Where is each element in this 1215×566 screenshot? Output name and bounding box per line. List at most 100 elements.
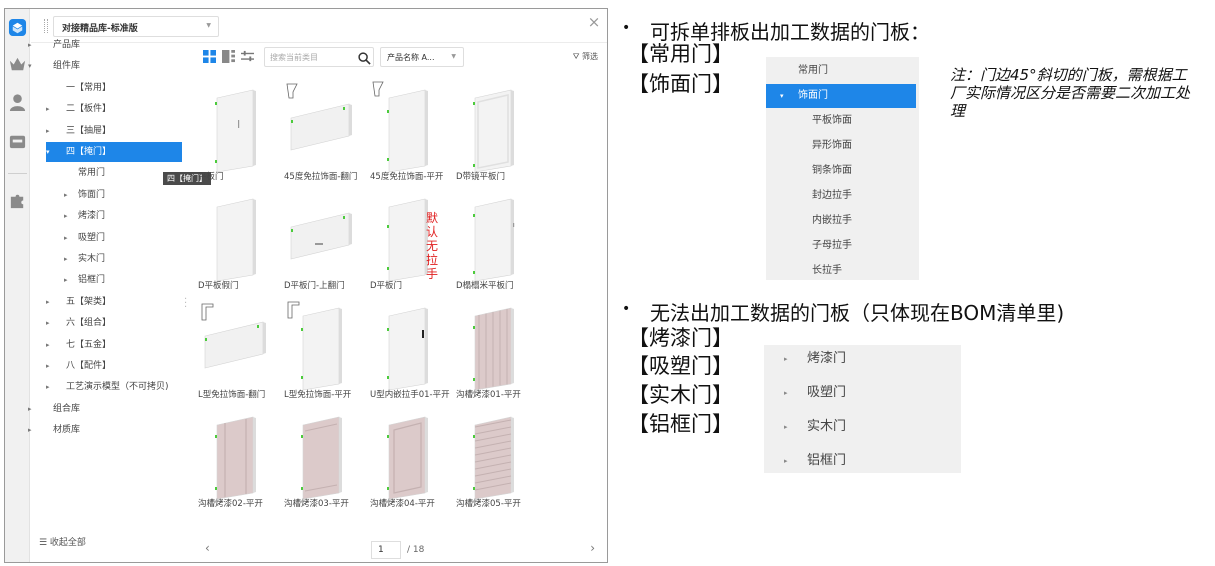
tree-node[interactable]: ▾ 四【掩门】 <box>46 142 182 162</box>
tree-node[interactable]: ▸ 烤漆门 <box>26 206 182 226</box>
tree-node[interactable]: ▸ 五【架类】 <box>26 292 182 312</box>
product-caption: 45度免拉饰面-平开 <box>370 172 444 182</box>
menu-item[interactable]: ▸ 铝框门 <box>764 449 961 473</box>
product-card[interactable]: L型免拉饰面-翻门 <box>195 298 277 418</box>
tree-node[interactable]: ▸ 组合库 <box>26 399 182 419</box>
product-card[interactable]: 沟槽烤漆03-平开 <box>281 407 363 527</box>
category-label: 【常用门】 <box>628 42 733 66</box>
tree-node-label: 工艺演示模型（不可拷贝) <box>66 382 169 393</box>
collapse-all-button[interactable]: ☰ 收起全部 <box>26 535 182 548</box>
menu-item[interactable]: 长拉手 <box>766 259 919 283</box>
chevron-down-icon[interactable]: ▾ <box>28 56 32 76</box>
prev-page-button[interactable]: ‹ <box>205 541 210 555</box>
drag-handle-icon[interactable] <box>44 19 48 33</box>
sofa-icon[interactable] <box>8 132 27 151</box>
pane-splitter[interactable]: · · · <box>184 295 187 313</box>
menu-item[interactable]: 异形饰面 <box>766 134 919 158</box>
puzzle-icon[interactable] <box>8 191 27 210</box>
menu-item[interactable]: ▸ 实木门 <box>764 415 961 439</box>
chevron-right-icon[interactable]: ▸ <box>46 356 50 376</box>
tree-node[interactable]: ▸ 二【板件】 <box>26 99 182 119</box>
tree-node[interactable]: ▸ 吸塑门 <box>26 228 182 248</box>
rail-divider <box>8 173 27 174</box>
menu-item[interactable]: 子母拉手 <box>766 234 919 258</box>
product-card[interactable]: 沟槽烤漆02-平开 <box>195 407 277 527</box>
product-card[interactable]: D带镜平板门 <box>453 80 535 200</box>
tree-node[interactable]: ▸ 铝框门 <box>26 270 182 290</box>
close-icon[interactable]: × <box>587 13 601 31</box>
filter-icon: ⛛ <box>572 52 580 61</box>
chevron-right-icon[interactable]: ▸ <box>64 249 68 269</box>
next-page-button[interactable]: › <box>590 541 595 555</box>
sort-select[interactable]: 产品名称 A... ▼ <box>380 47 464 67</box>
product-card[interactable]: 45度免拉饰面-平开 <box>367 80 449 200</box>
menu-item[interactable]: 常用门 <box>766 59 919 83</box>
product-card[interactable]: 平板门 <box>195 80 277 200</box>
chevron-right-icon[interactable]: ▸ <box>64 206 68 226</box>
menu-item[interactable]: ▸ 吸塑门 <box>764 381 961 405</box>
tree-node[interactable]: ▸ 饰面门 <box>26 185 182 205</box>
chevron-right-icon[interactable]: ▸ <box>28 420 32 440</box>
product-card[interactable]: D平板假门 <box>195 189 277 309</box>
filter-button[interactable]: ⛛ 筛选 <box>573 51 598 62</box>
product-card[interactable]: D平板门-上翻门 <box>281 189 363 309</box>
chevron-right-icon[interactable]: ▸ <box>46 313 50 333</box>
product-card[interactable]: 45度免拉饰面-翻门 <box>281 80 363 200</box>
chevron-right-icon[interactable]: ▸ <box>28 399 32 419</box>
crown-icon[interactable] <box>8 55 27 74</box>
menu-item[interactable]: 封边拉手 <box>766 184 919 208</box>
chevron-right-icon[interactable]: ▸ <box>46 121 50 141</box>
chevron-down-icon[interactable]: ▾ <box>46 142 50 162</box>
product-card[interactable]: 沟槽烤漆05-平开 <box>453 407 535 527</box>
search-icon[interactable] <box>358 50 371 65</box>
product-card[interactable]: 沟槽烤漆01-平开 <box>453 298 535 418</box>
category-tree: ▸ 产品库 ▾ 组件库 一【常用】 ▸ 二【板件】 ▸ 三【抽屉】 ▾ 四【掩门】 常用门 ▸ 饰面门 ▸ 烤… <box>26 35 182 525</box>
chevron-right-icon[interactable]: ▸ <box>64 270 68 290</box>
list-view-icon[interactable] <box>222 50 235 63</box>
menu-item[interactable]: 内嵌拉手 <box>766 209 919 233</box>
product-card[interactable]: 沟槽烤漆04-平开 <box>367 407 449 527</box>
tree-node[interactable]: 一【常用】 <box>26 78 182 98</box>
library-select[interactable]: 对接精品库-标准版 ▼ <box>53 16 219 37</box>
chevron-right-icon[interactable]: ▸ <box>46 292 50 312</box>
chevron-right-icon: ▸ <box>784 355 788 363</box>
tree-node-label: 烤漆门 <box>78 211 106 222</box>
menu-item[interactable]: 铜条饰面 <box>766 159 919 183</box>
tree-node[interactable]: ▾ 组件库 <box>26 56 182 76</box>
tree-node[interactable]: ▸ 六【组合】 <box>26 313 182 333</box>
product-card[interactable]: U型内嵌拉手01-平开 <box>367 298 450 418</box>
door-thumbnail <box>285 189 359 283</box>
chevron-right-icon[interactable]: ▸ <box>64 185 68 205</box>
pagination: ‹ 1 / 18 › <box>195 538 603 560</box>
chevron-right-icon[interactable]: ▸ <box>46 335 50 355</box>
box-icon[interactable] <box>8 18 27 37</box>
red-annotation: 默认无拉手 <box>426 211 439 281</box>
product-card[interactable]: D榻榻米平板门 <box>453 189 535 309</box>
tree-node-label: 五【架类】 <box>66 296 112 307</box>
tree-node[interactable]: ▸ 八【配件】 <box>26 356 182 376</box>
product-card[interactable]: L型免拉饰面-平开 <box>281 298 363 418</box>
tree-node[interactable]: ▸ 实木门 <box>26 249 182 269</box>
settings-sliders-icon[interactable] <box>241 50 254 63</box>
tree-node[interactable]: 常用门 <box>26 163 182 183</box>
door-thumbnail <box>199 80 273 174</box>
chevron-right-icon[interactable]: ▸ <box>46 377 50 397</box>
chevron-right-icon[interactable]: ▸ <box>28 35 32 55</box>
tree-node[interactable]: ▸ 材质库 <box>26 420 182 440</box>
page-input[interactable]: 1 <box>371 541 401 559</box>
menu-item[interactable]: ▸ 烤漆门 <box>764 347 961 371</box>
tree-node-label: 三【抽屉】 <box>66 125 112 136</box>
menu-item[interactable]: ▾ 饰面门 <box>766 84 916 108</box>
tree-node[interactable]: ▸ 三【抽屉】 <box>26 121 182 141</box>
product-caption: L型免拉饰面-翻门 <box>198 390 266 400</box>
chevron-right-icon[interactable]: ▸ <box>46 99 50 119</box>
menu-item[interactable]: 平板饰面 <box>766 109 919 133</box>
tree-node[interactable]: ▸ 工艺演示模型（不可拷贝) <box>26 377 182 397</box>
product-caption: 沟槽烤漆01-平开 <box>456 390 521 400</box>
user-icon[interactable] <box>8 93 27 112</box>
grid-view-icon[interactable] <box>203 50 216 63</box>
chevron-right-icon[interactable]: ▸ <box>64 228 68 248</box>
menu-item-label: 铜条饰面 <box>812 165 852 176</box>
tree-node[interactable]: ▸ 产品库 <box>26 35 182 55</box>
tree-node[interactable]: ▸ 七【五金】 <box>26 335 182 355</box>
